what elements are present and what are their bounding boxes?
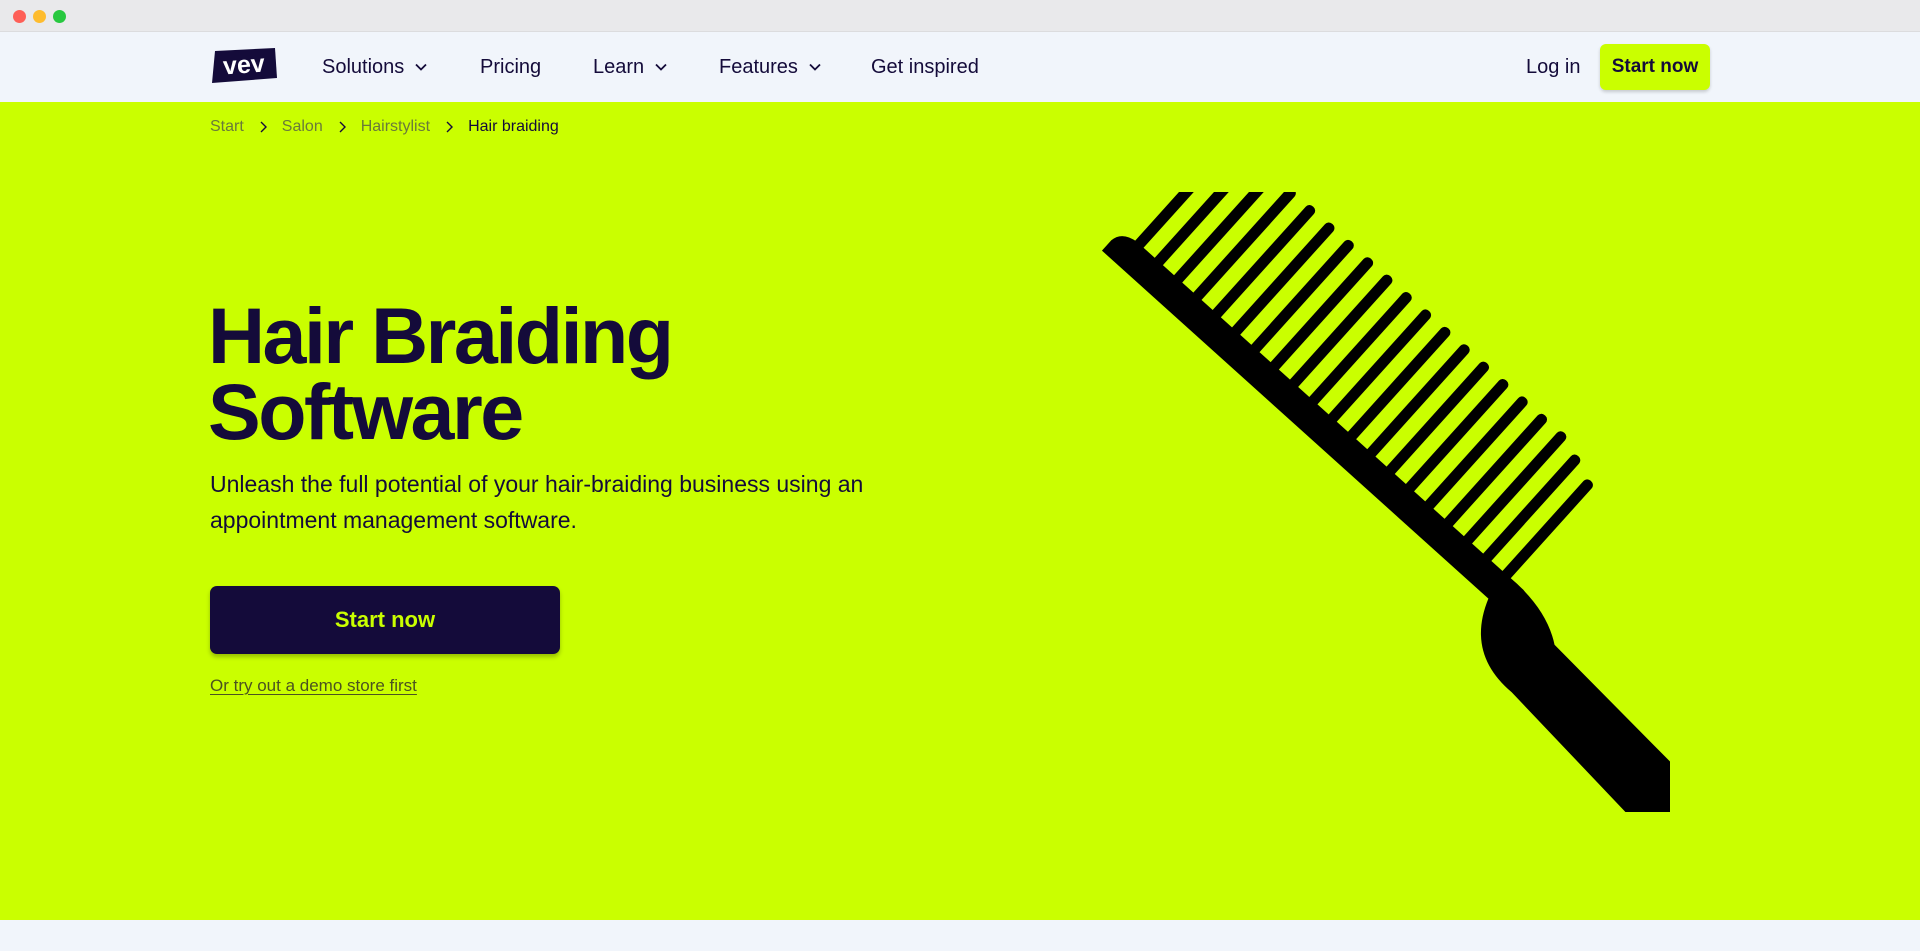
page-title: Hair Braiding Software	[208, 296, 928, 451]
nav-item-get-inspired[interactable]: Get inspired	[871, 32, 979, 102]
nav-item-learn[interactable]: Learn	[593, 32, 668, 102]
nav-item-label: Pricing	[480, 55, 542, 78]
nav-item-label: Learn	[593, 55, 645, 78]
breadcrumb-hairstylist[interactable]: Hairstylist	[361, 118, 430, 136]
chevron-right-icon	[446, 121, 454, 133]
breadcrumb-salon[interactable]: Salon	[282, 118, 323, 136]
start-now-hero-button[interactable]: Start now	[210, 586, 560, 654]
breadcrumb: Start Salon Hairstylist Hair braiding	[210, 118, 559, 136]
title-line-2: Software	[208, 367, 524, 456]
chevron-down-icon	[415, 63, 427, 71]
demo-store-link[interactable]: Or try out a demo store first	[210, 676, 417, 696]
nav-item-label: Solutions	[322, 55, 405, 78]
chevron-down-icon	[655, 63, 667, 71]
nav-item-label: Features	[719, 55, 798, 78]
login-link[interactable]: Log in	[1526, 32, 1581, 102]
chevron-right-icon	[260, 121, 267, 133]
hero-section: Start Salon Hairstylist Hair braiding Ha…	[0, 102, 1920, 920]
close-window-icon[interactable]	[13, 10, 26, 23]
vev-logo[interactable]: vev	[209, 47, 278, 84]
nav-item-pricing[interactable]: Pricing	[480, 32, 541, 102]
breadcrumb-start[interactable]: Start	[210, 118, 244, 136]
nav-item-label: Get inspired	[871, 55, 979, 78]
breadcrumb-current: Hair braiding	[468, 118, 559, 135]
logo-text: vev	[222, 50, 266, 81]
start-now-nav-button[interactable]: Start now	[1600, 44, 1710, 90]
comb-icon	[1101, 192, 1670, 812]
nav-item-features[interactable]: Features	[719, 32, 822, 102]
top-navigation: vev Solutions Pricing Learn Features Get…	[0, 32, 1920, 102]
browser-chrome	[0, 0, 1920, 32]
chevron-right-icon	[339, 121, 346, 133]
minimize-window-icon[interactable]	[33, 10, 46, 23]
hero-subtitle: Unleash the full potential of your hair-…	[210, 471, 864, 533]
nav-item-solutions[interactable]: Solutions	[322, 32, 428, 102]
chevron-down-icon	[809, 63, 821, 71]
maximize-window-icon[interactable]	[53, 10, 66, 23]
